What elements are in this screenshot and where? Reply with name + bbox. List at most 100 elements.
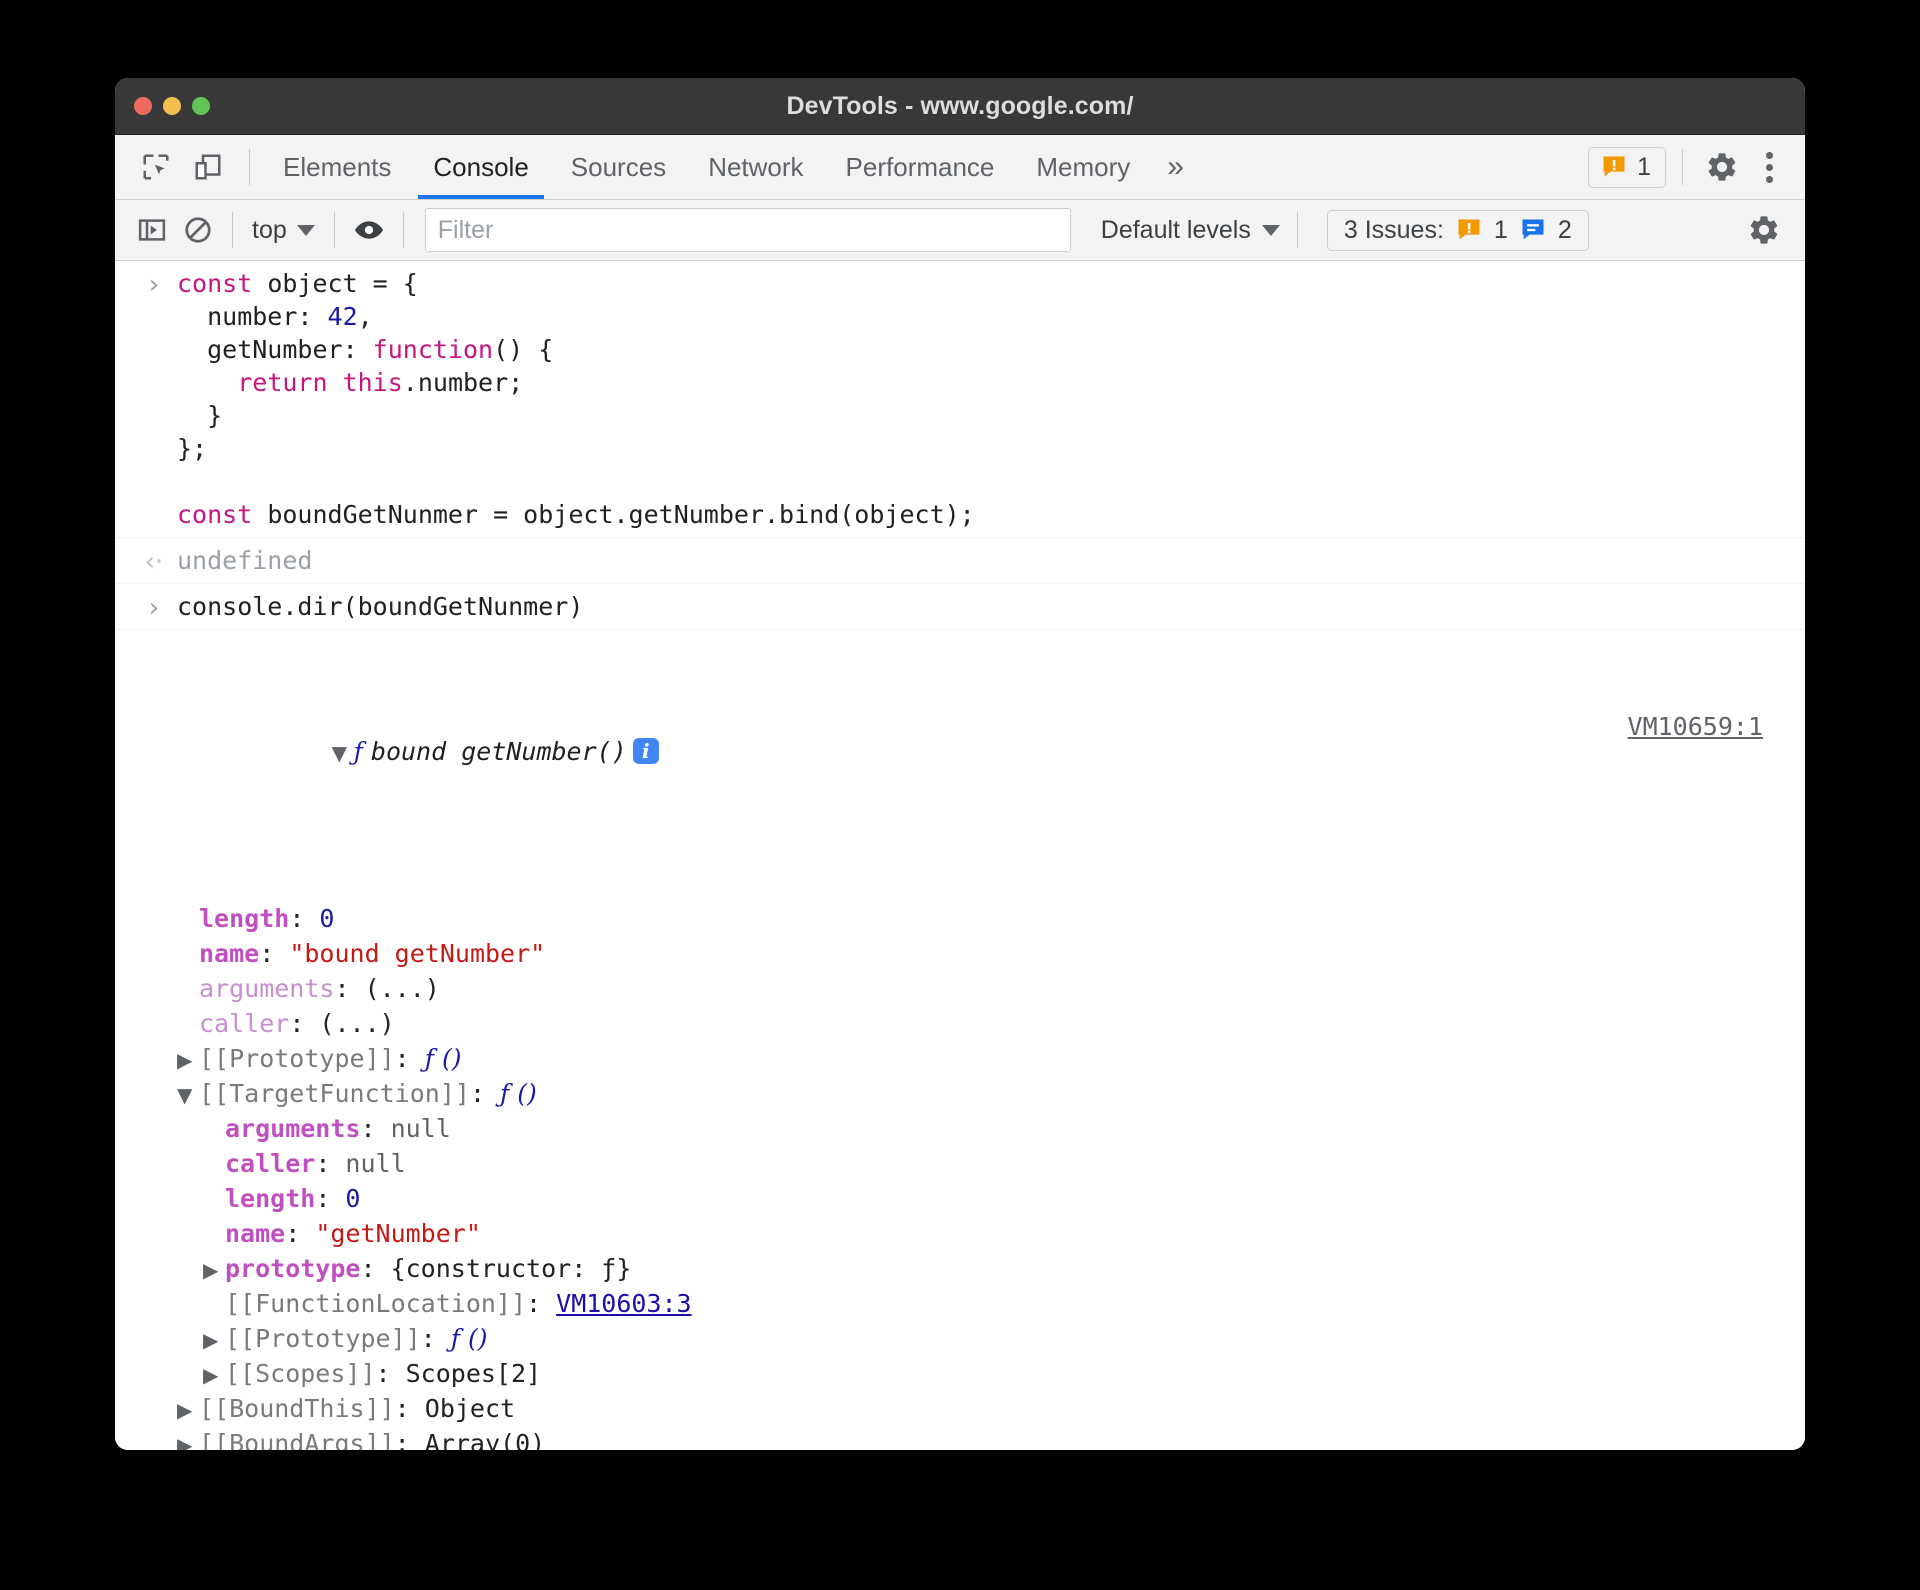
property-key: [[Scopes]] bbox=[225, 1359, 376, 1388]
property-value: (...) bbox=[364, 974, 440, 1003]
tab-memory[interactable]: Memory bbox=[1015, 135, 1151, 199]
tab-network[interactable]: Network bbox=[687, 135, 824, 199]
code-token: object = { bbox=[267, 269, 418, 298]
code-token: function bbox=[372, 335, 494, 364]
code-token: , bbox=[357, 302, 373, 331]
object-property-row: ▶length: 0 bbox=[151, 1182, 1785, 1217]
expand-triangle-icon[interactable]: ▶ bbox=[177, 1044, 199, 1077]
console-input-message[interactable]: › const object = { number: 42, getNumber… bbox=[115, 261, 1805, 538]
console-result-value: undefined bbox=[177, 546, 313, 575]
property-value: {constructor: ƒ} bbox=[390, 1254, 632, 1283]
object-property-row: ▶arguments: (...) bbox=[151, 972, 1785, 1007]
object-property-row[interactable]: ▶ [[BoundThis]]: Object bbox=[151, 1392, 1785, 1427]
code-token: return bbox=[237, 368, 343, 397]
property-key: name bbox=[199, 939, 260, 968]
console-toolbar-right bbox=[1741, 207, 1805, 253]
more-tabs-icon[interactable]: » bbox=[1151, 135, 1200, 199]
tab-performance[interactable]: Performance bbox=[825, 135, 1016, 199]
console-toolbar-divider-1 bbox=[232, 212, 233, 248]
console-object-inspector[interactable]: ▼ƒbound getNumber()i VM10659:1 ▶length: … bbox=[115, 630, 1805, 1450]
close-window-button[interactable] bbox=[134, 97, 152, 115]
window-title: DevTools - www.google.com/ bbox=[786, 91, 1134, 120]
object-property-row[interactable]: ▶ prototype: {constructor: ƒ} bbox=[151, 1252, 1785, 1287]
live-expression-icon[interactable] bbox=[346, 207, 392, 253]
object-property-row[interactable]: ▶ [[BoundArgs]]: Array(0) bbox=[151, 1427, 1785, 1450]
console-toolbar-divider-2 bbox=[333, 212, 335, 248]
property-key: [[FunctionLocation]] bbox=[225, 1289, 527, 1318]
source-location-link[interactable]: VM10659:1 bbox=[1628, 710, 1763, 743]
minimize-window-button[interactable] bbox=[163, 97, 181, 115]
property-value: Scopes[2] bbox=[405, 1359, 542, 1388]
devtools-tabbar: Elements Console Sources Network Perform… bbox=[115, 135, 1805, 200]
expand-triangle-icon[interactable]: ▶ bbox=[203, 1324, 225, 1357]
traffic-lights bbox=[134, 97, 210, 115]
code-token: boundGetNunmer = object.getNumber.bind(o… bbox=[267, 500, 975, 529]
object-inspector-header[interactable]: ▼ ƒ bound getNumber() i VM10659:1 bbox=[151, 702, 1785, 836]
expand-triangle-icon[interactable]: ▶ bbox=[177, 1429, 199, 1450]
triangle-spacer: ▶ bbox=[177, 974, 199, 1007]
object-property-row: ▶caller: (...) bbox=[151, 1007, 1785, 1042]
object-property-row[interactable]: ▶ [[Prototype]]: ƒ () bbox=[151, 1042, 1785, 1077]
chevron-down-icon bbox=[296, 224, 315, 236]
function-location-link[interactable]: VM10603:3 bbox=[556, 1289, 691, 1318]
property-key: prototype bbox=[225, 1254, 361, 1283]
console-input-message[interactable]: › console.dir(boundGetNunmer) bbox=[115, 584, 1805, 630]
maximize-window-button[interactable] bbox=[192, 97, 210, 115]
filter-input[interactable]: Filter bbox=[424, 208, 1071, 252]
object-property-row[interactable]: ▶ [[Prototype]]: ƒ () bbox=[151, 1322, 1785, 1357]
kebab-menu-icon[interactable] bbox=[1749, 144, 1789, 190]
property-value: "getNumber" bbox=[315, 1219, 481, 1248]
gear-icon[interactable] bbox=[1699, 144, 1745, 190]
tab-console[interactable]: Console bbox=[412, 135, 549, 199]
tab-label: Performance bbox=[845, 151, 995, 182]
expand-triangle-icon[interactable]: ▶ bbox=[203, 1254, 225, 1287]
object-property-row: ▶arguments: null bbox=[151, 1112, 1785, 1147]
info-icon[interactable]: i bbox=[632, 738, 659, 764]
property-separator: : bbox=[526, 1289, 557, 1318]
screen-root: DevTools - www.google.com/ Elements Cons… bbox=[0, 0, 1920, 1590]
clear-console-icon[interactable] bbox=[175, 207, 221, 253]
warning-count-badge[interactable]: 1 bbox=[1588, 146, 1666, 188]
code-token: () { bbox=[493, 335, 554, 364]
log-levels-value: Default levels bbox=[1100, 215, 1251, 244]
property-key: length bbox=[225, 1184, 316, 1213]
log-levels-dropdown[interactable]: Default levels bbox=[1095, 216, 1286, 245]
triangle-spacer: ▶ bbox=[203, 1184, 225, 1217]
triangle-spacer: ▶ bbox=[177, 1009, 199, 1042]
object-property-row[interactable]: ▼ [[TargetFunction]]: ƒ () bbox=[151, 1077, 1785, 1112]
gear-icon[interactable] bbox=[1741, 207, 1787, 253]
property-separator: : bbox=[360, 1254, 391, 1283]
property-key: name bbox=[225, 1219, 286, 1248]
tab-sources[interactable]: Sources bbox=[550, 135, 687, 199]
object-property-row: ▶name: "getNumber" bbox=[151, 1217, 1785, 1252]
input-arrow-icon: › bbox=[148, 270, 160, 300]
code-token: } bbox=[177, 401, 223, 430]
object-property-row[interactable]: ▶ [[Scopes]]: Scopes[2] bbox=[151, 1357, 1785, 1392]
execution-context-dropdown[interactable]: top bbox=[244, 216, 323, 245]
issues-label: 3 Issues: bbox=[1343, 215, 1444, 244]
expand-triangle-icon[interactable]: ▼ bbox=[332, 737, 354, 770]
property-value: ƒ () bbox=[424, 1044, 462, 1073]
inspect-element-icon[interactable] bbox=[133, 144, 179, 190]
console-sidebar-icon[interactable] bbox=[129, 207, 175, 253]
property-value: "bound getNumber" bbox=[289, 939, 546, 968]
device-toolbar-icon[interactable] bbox=[185, 144, 231, 190]
object-property-row: ▶length: 0 bbox=[151, 902, 1785, 937]
property-value: null bbox=[390, 1114, 451, 1143]
expand-triangle-icon[interactable]: ▶ bbox=[203, 1359, 225, 1392]
collapse-triangle-icon[interactable]: ▼ bbox=[177, 1079, 199, 1112]
tab-elements[interactable]: Elements bbox=[262, 135, 412, 199]
code-line: } bbox=[177, 399, 1785, 432]
property-separator: : bbox=[334, 974, 365, 1003]
expand-triangle-icon[interactable]: ▶ bbox=[177, 1394, 199, 1427]
property-separator: : bbox=[420, 1324, 451, 1353]
chevron-down-icon bbox=[1261, 224, 1280, 236]
tab-label: Elements bbox=[283, 151, 392, 182]
issues-badge[interactable]: 3 Issues: 1 2 bbox=[1326, 209, 1589, 251]
console-log-area[interactable]: › const object = { number: 42, getNumber… bbox=[115, 261, 1805, 1450]
property-key: caller bbox=[225, 1149, 316, 1178]
property-separator: : bbox=[394, 1429, 425, 1450]
tab-label: Sources bbox=[570, 151, 667, 182]
property-separator: : bbox=[289, 1009, 320, 1038]
